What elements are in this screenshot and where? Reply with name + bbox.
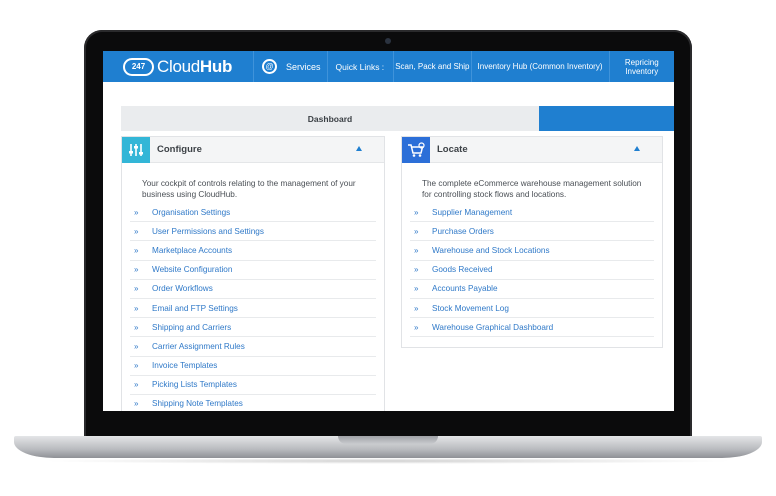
- list-item[interactable]: » Supplier Management: [410, 203, 654, 223]
- list-item[interactable]: » Warehouse Graphical Dashboard: [410, 318, 654, 338]
- link-label: Order Workflows: [152, 284, 213, 294]
- locate-link-list: » Supplier Management » Purchase Orders » W…: [402, 203, 662, 338]
- link-label: Email and FTP Settings: [152, 303, 238, 313]
- list-item[interactable]: » Shipping Note Templates: [130, 395, 376, 411]
- chevron-right-icon: »: [134, 399, 139, 409]
- webcam: [385, 38, 391, 44]
- tab-secondary[interactable]: [539, 106, 674, 131]
- link-label: Picking Lists Templates: [152, 380, 237, 390]
- chevron-right-icon: »: [134, 207, 139, 217]
- quick-links-label: Quick Links :: [335, 61, 385, 72]
- collapse-caret-icon[interactable]: [356, 146, 362, 151]
- list-item[interactable]: » Goods Received: [410, 261, 654, 280]
- list-item[interactable]: » Website Configuration: [130, 261, 376, 280]
- services-menu[interactable]: @ Services: [254, 51, 328, 82]
- configure-description: Your cockpit of controls relating to the…: [142, 179, 356, 199]
- link-label: Warehouse Graphical Dashboard: [432, 322, 554, 332]
- chevron-right-icon: »: [414, 265, 419, 275]
- link-label: Warehouse and Stock Locations: [432, 245, 550, 255]
- list-item[interactable]: » Organisation Settings: [130, 203, 376, 223]
- chevron-right-icon: »: [414, 245, 419, 255]
- logo-text-bold: Hub: [199, 56, 233, 76]
- list-item[interactable]: » User Permissions and Settings: [130, 222, 376, 242]
- chevron-right-icon: »: [414, 322, 419, 332]
- link-label: Organisation Settings: [152, 207, 231, 217]
- chevron-right-icon: »: [134, 226, 139, 236]
- logo-text-light: Cloud: [157, 56, 200, 76]
- collapse-caret-icon[interactable]: [634, 146, 640, 151]
- laptop-notch: [338, 436, 438, 444]
- link-label: Stock Movement Log: [432, 303, 509, 313]
- tab-dashboard[interactable]: Dashboard: [121, 106, 539, 131]
- list-item[interactable]: » Marketplace Accounts: [130, 241, 376, 261]
- chevron-right-icon: »: [134, 245, 139, 255]
- locate-description: The complete eCommerce warehouse managem…: [422, 179, 642, 199]
- link-label: Supplier Management: [432, 207, 513, 217]
- quick-link-repricing-inventory[interactable]: Repricing Inventory: [608, 51, 675, 82]
- link-label: Shipping and Carriers: [152, 322, 232, 332]
- services-label: Services: [286, 61, 321, 72]
- list-item[interactable]: » Shipping and Carriers: [130, 318, 376, 338]
- chevron-right-icon: »: [134, 361, 139, 371]
- link-label: Shipping Note Templates: [152, 399, 243, 409]
- list-item[interactable]: » Accounts Payable: [410, 280, 654, 299]
- cloud-logo-icon: 247: [123, 57, 154, 76]
- chevron-right-icon: »: [414, 207, 419, 217]
- list-item[interactable]: » Invoice Templates: [130, 357, 376, 376]
- top-navigation-bar: 247 CloudHub @ Services Quick Links : Sc…: [103, 51, 674, 82]
- chevron-right-icon: »: [134, 303, 139, 313]
- sliders-icon: [122, 136, 150, 163]
- chevron-right-icon: »: [414, 303, 419, 313]
- logo-number: 247: [131, 62, 146, 71]
- locate-panel: Locate The complete eCommerce warehouse …: [401, 136, 663, 348]
- locate-panel-header[interactable]: Locate: [402, 136, 662, 163]
- chevron-right-icon: »: [134, 341, 139, 351]
- link-label: Goods Received: [432, 265, 493, 275]
- list-item[interactable]: » Order Workflows: [130, 280, 376, 299]
- link-label: Purchase Orders: [432, 226, 494, 236]
- link-label: Carrier Assignment Rules: [152, 341, 245, 351]
- list-item[interactable]: » Warehouse and Stock Locations: [410, 241, 654, 261]
- chevron-right-icon: »: [134, 380, 139, 390]
- tab-row: Dashboard: [121, 106, 674, 131]
- chevron-right-icon: »: [134, 265, 139, 275]
- list-item[interactable]: » Stock Movement Log: [410, 299, 654, 319]
- chevron-right-icon: »: [414, 226, 419, 236]
- list-item[interactable]: » Purchase Orders: [410, 222, 654, 242]
- chevron-right-icon: »: [134, 284, 139, 294]
- logo-text: CloudHub: [157, 57, 232, 77]
- screen: 247 CloudHub @ Services Quick Links : Sc…: [103, 51, 674, 411]
- configure-panel: Configure Your cockpit of controls relat…: [121, 136, 385, 411]
- list-item[interactable]: » Email and FTP Settings: [130, 299, 376, 319]
- link-label: Website Configuration: [152, 265, 233, 275]
- configure-link-list: » Organisation Settings » User Permissions…: [122, 203, 384, 411]
- link-label: Marketplace Accounts: [152, 245, 233, 255]
- chevron-right-icon: »: [134, 322, 139, 332]
- locate-title: Locate: [437, 144, 468, 155]
- list-item[interactable]: » Picking Lists Templates: [130, 376, 376, 395]
- at-sign-icon: @: [262, 59, 277, 74]
- link-label: User Permissions and Settings: [152, 226, 264, 236]
- list-item[interactable]: » Carrier Assignment Rules: [130, 337, 376, 357]
- link-label: Accounts Payable: [432, 284, 498, 294]
- quick-link-inventory-hub[interactable]: Inventory Hub (Common Inventory): [470, 51, 609, 82]
- configure-panel-header[interactable]: Configure: [122, 136, 384, 163]
- cart-search-icon: [402, 136, 430, 163]
- configure-title: Configure: [157, 144, 202, 155]
- quick-link-scan-pack-ship[interactable]: Scan, Pack and Ship: [393, 51, 470, 82]
- cloudhub-logo[interactable]: 247 CloudHub: [103, 51, 254, 82]
- link-label: Invoice Templates: [152, 361, 218, 371]
- chevron-right-icon: »: [414, 284, 419, 294]
- laptop-shadow: [40, 458, 736, 464]
